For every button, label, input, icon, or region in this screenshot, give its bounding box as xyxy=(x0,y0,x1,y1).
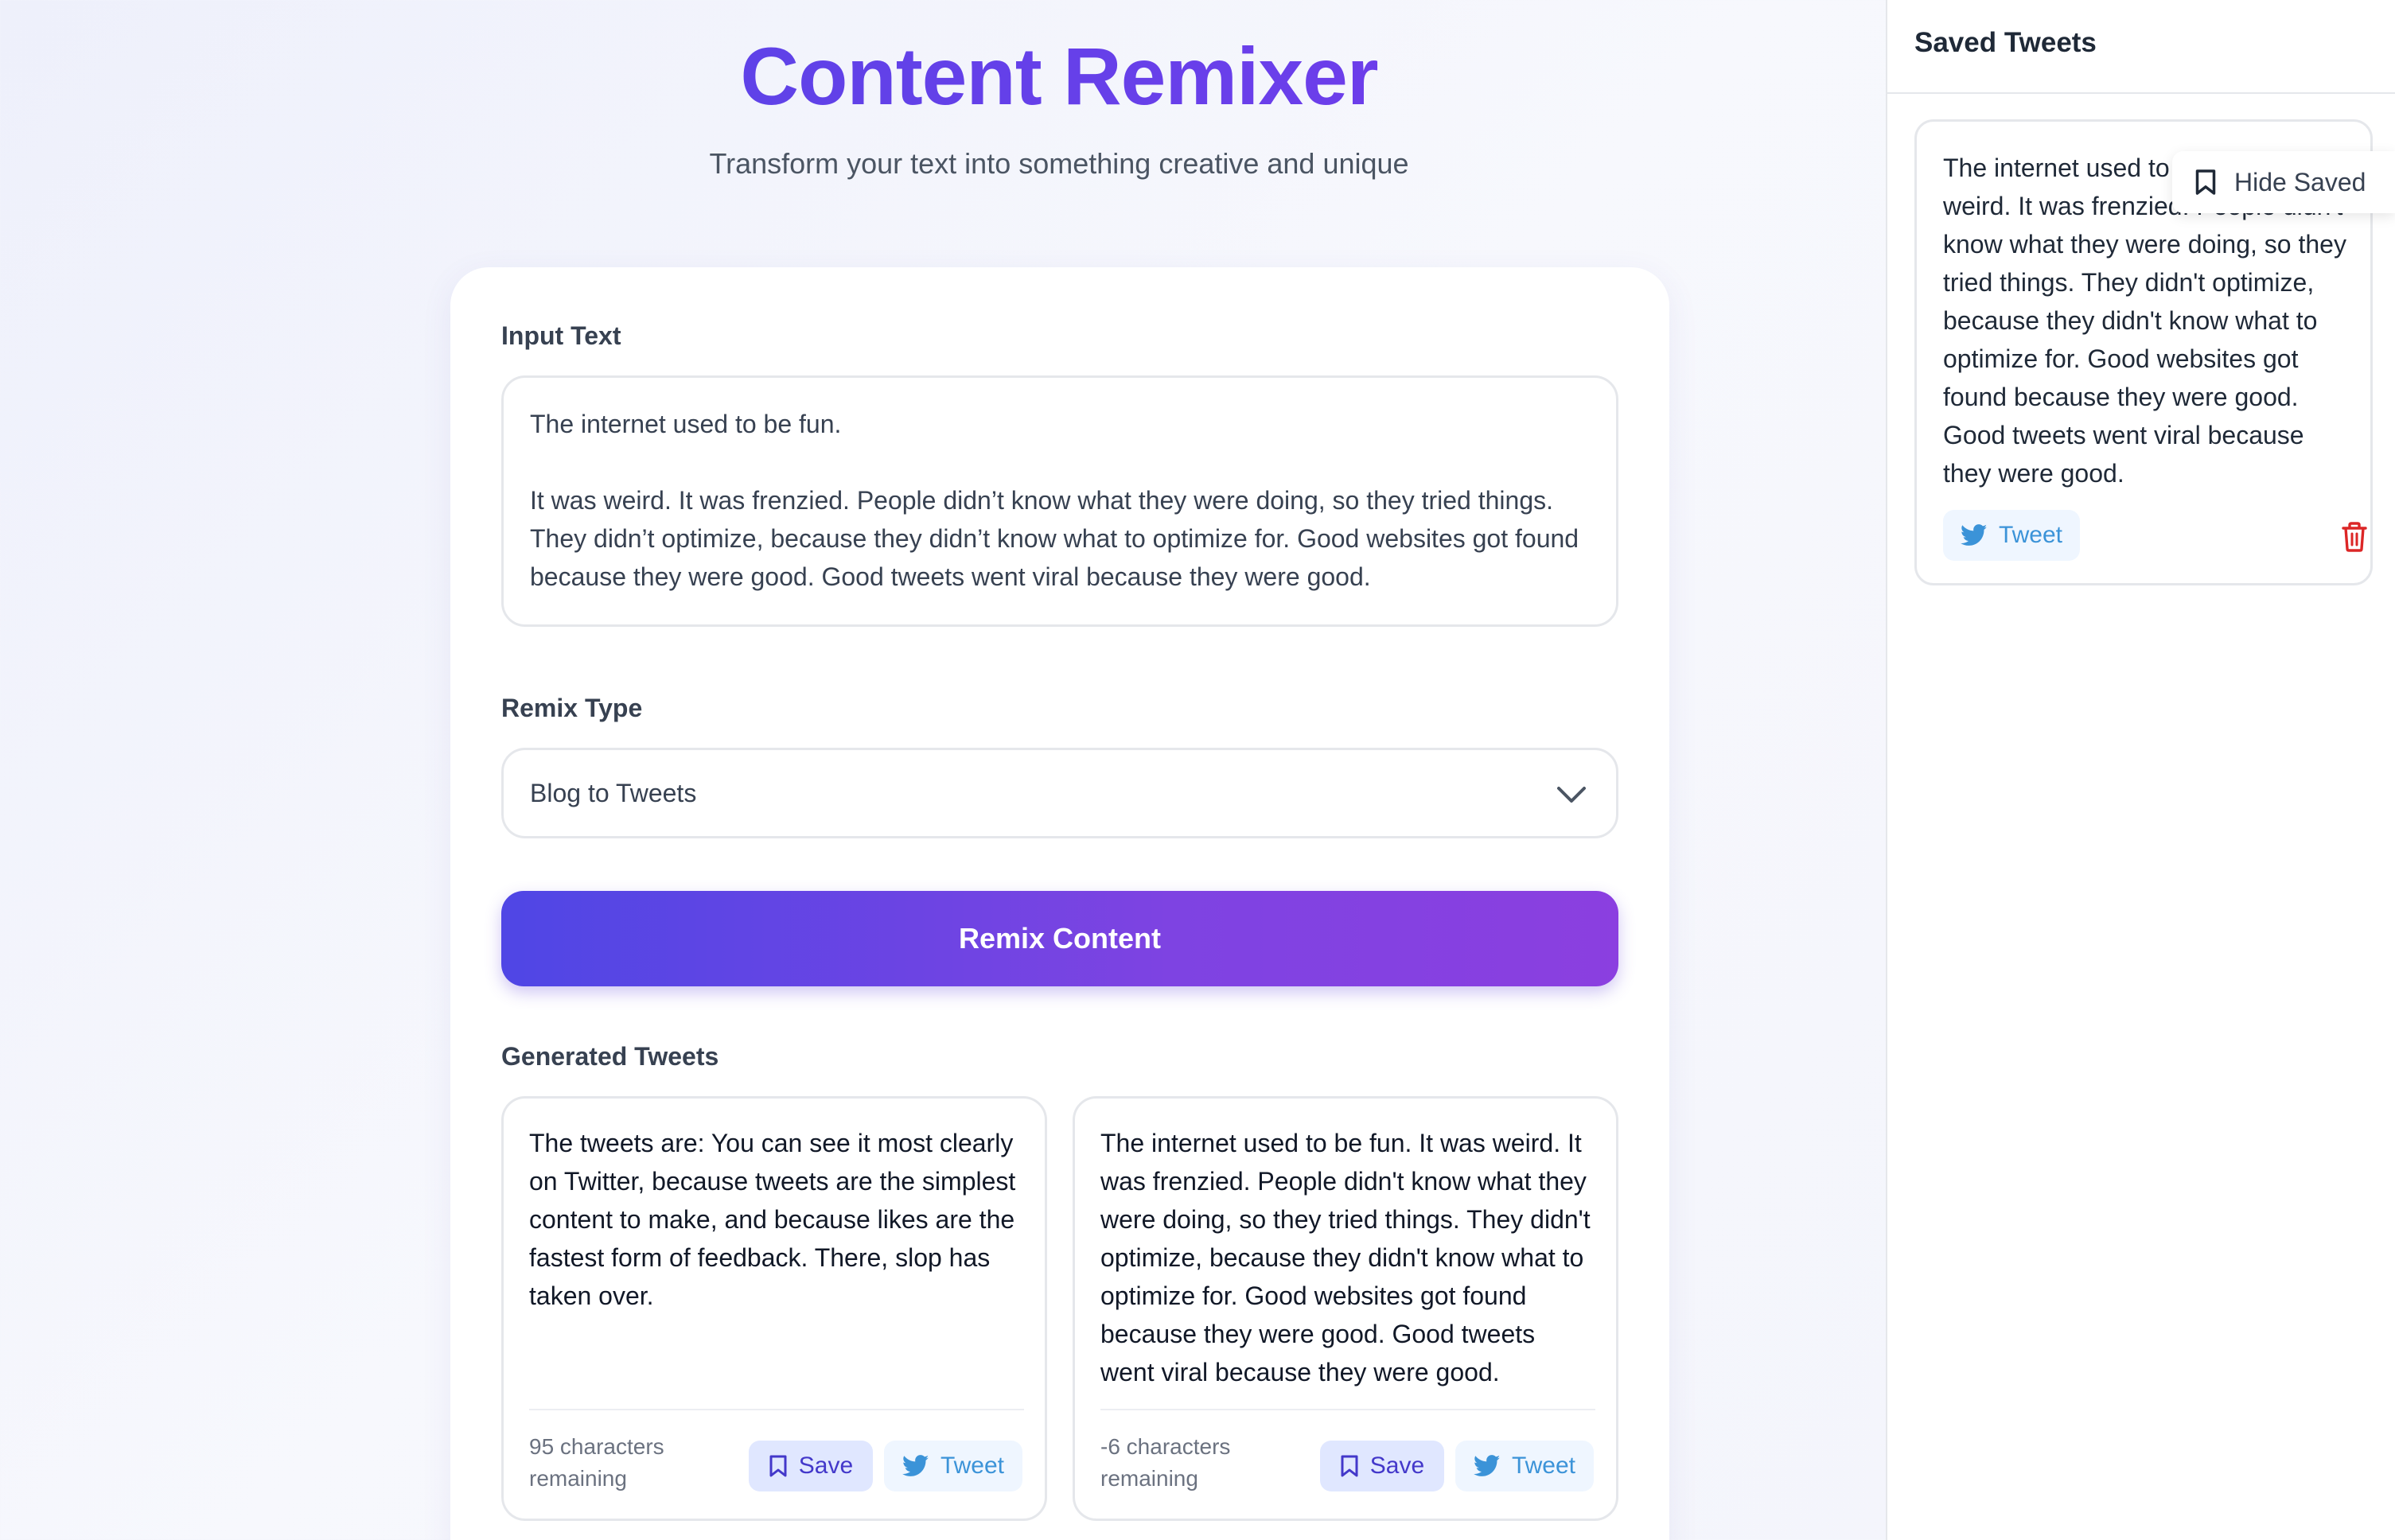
saved-tweet-button[interactable]: Tweet xyxy=(1943,510,2080,561)
generated-tweet-card: The internet used to be fun. It was weir… xyxy=(1073,1096,1618,1521)
main-area: Content Remixer Transform your text into… xyxy=(0,0,1886,1540)
bookmark-icon xyxy=(2195,169,2216,195)
input-text-area[interactable]: The internet used to be fun. It was weir… xyxy=(501,375,1618,627)
characters-remaining: 95 characters remaining xyxy=(529,1434,664,1491)
app-title: Content Remixer xyxy=(0,30,2118,123)
saved-tweets-title: Saved Tweets xyxy=(1914,27,2097,58)
save-button[interactable]: Save xyxy=(749,1441,873,1491)
tweet-text: The internet used to be fun. It was weir… xyxy=(1100,1129,1591,1386)
hide-saved-button[interactable]: Hide Saved xyxy=(2172,151,2395,213)
saved-tweets-panel: Saved Tweets The internet used to be fun… xyxy=(1886,0,2395,1540)
bookmark-icon xyxy=(1341,1455,1358,1477)
remix-type-label: Remix Type xyxy=(501,694,643,722)
twitter-bird-icon xyxy=(1960,524,1988,546)
saved-panel-divider xyxy=(1887,92,2395,94)
tweet-card-divider xyxy=(1100,1409,1595,1410)
remix-content-button[interactable]: Remix Content xyxy=(501,891,1618,986)
remix-type-value: Blog to Tweets xyxy=(530,779,697,807)
remixer-card: Input Text The internet used to be fun. … xyxy=(450,267,1669,1540)
chevron-down-icon xyxy=(1557,787,1586,803)
characters-remaining: -6 characters remaining xyxy=(1100,1434,1231,1491)
remix-type-select[interactable]: Blog to Tweets xyxy=(501,748,1618,838)
tweet-button[interactable]: Tweet xyxy=(1455,1441,1594,1491)
generated-tweets-label: Generated Tweets xyxy=(501,1042,719,1071)
twitter-bird-icon xyxy=(1473,1455,1501,1476)
input-text-label: Input Text xyxy=(501,321,621,350)
twitter-bird-icon xyxy=(902,1455,929,1476)
save-label: Save xyxy=(1369,1452,1425,1479)
tweet-label: Tweet xyxy=(1511,1452,1576,1479)
trash-icon[interactable] xyxy=(2340,521,2369,553)
tweet-label: Tweet xyxy=(940,1452,1005,1479)
bookmark-icon xyxy=(769,1455,787,1477)
tweet-label: Tweet xyxy=(1998,522,2063,548)
hide-saved-label: Hide Saved xyxy=(2234,167,2366,196)
tweet-button[interactable]: Tweet xyxy=(884,1441,1022,1491)
save-button[interactable]: Save xyxy=(1320,1441,1444,1491)
save-label: Save xyxy=(798,1452,854,1479)
tweet-text: The tweets are: You can see it most clea… xyxy=(529,1129,1016,1310)
app-subtitle: Transform your text into something creat… xyxy=(709,147,1409,180)
generated-tweet-card: The tweets are: You can see it most clea… xyxy=(501,1096,1047,1521)
tweet-card-divider xyxy=(529,1409,1024,1410)
